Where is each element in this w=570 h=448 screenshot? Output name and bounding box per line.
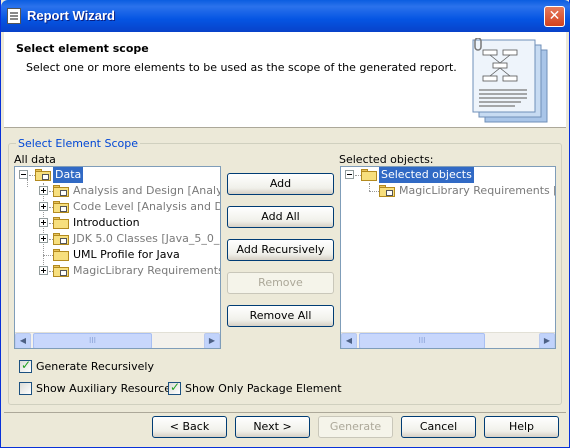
show-only-package-label[interactable]: Show Only Package Element — [185, 382, 342, 395]
cancel-button[interactable]: Cancel — [401, 416, 476, 438]
close-button[interactable]: ✕ — [544, 6, 565, 27]
all-data-label: All data — [14, 153, 56, 166]
add-recursively-button[interactable]: Add Recursively — [227, 239, 334, 261]
tree-item-magiclibrary[interactable]: MagicLibrary Requirements [Ma — [15, 263, 220, 279]
scroll-right-button[interactable]: ▶ — [204, 333, 220, 348]
add-button[interactable]: Add — [227, 173, 334, 195]
package-icon — [53, 185, 69, 197]
package-icon — [53, 201, 69, 213]
scroll-thumb[interactable]: III — [33, 333, 152, 348]
folder-icon — [53, 249, 69, 261]
tree-item-data[interactable]: Data — [15, 167, 220, 183]
title-bar[interactable]: Report Wizard ✕ — [1, 0, 570, 32]
grip-icon: III — [88, 336, 97, 345]
add-all-button[interactable]: Add All — [227, 206, 334, 228]
generate-recursively-label[interactable]: Generate Recursively — [36, 360, 154, 373]
expand-icon[interactable] — [39, 234, 48, 243]
tree-item-uml-profile[interactable]: UML Profile for Java — [15, 247, 220, 263]
remove-all-button[interactable]: Remove All — [227, 305, 334, 327]
report-wizard-window: Report Wizard ✕ Select element scope Sel… — [0, 0, 570, 448]
scroll-right-button[interactable]: ▶ — [539, 333, 555, 348]
report-app-icon — [7, 8, 21, 24]
next-button[interactable]: Next > — [235, 416, 310, 438]
scroll-thumb[interactable]: III — [359, 333, 485, 348]
folder-icon — [53, 217, 69, 229]
arrow-left-icon: ◀ — [19, 336, 27, 345]
scroll-left-button[interactable]: ◀ — [15, 333, 31, 348]
remove-button[interactable]: Remove — [227, 272, 334, 294]
expand-icon[interactable] — [39, 266, 48, 275]
back-button[interactable]: < Back — [152, 416, 227, 438]
package-icon — [35, 169, 51, 181]
folder-icon — [361, 169, 377, 181]
tree-item-magiclibrary-selected[interactable]: MagicLibrary Requirements [Mag — [341, 183, 555, 199]
collapse-icon[interactable] — [345, 170, 354, 179]
generate-recursively-checkbox[interactable] — [19, 358, 32, 373]
tree-item-code-level[interactable]: Code Level [Analysis and Desig — [15, 199, 220, 215]
show-only-package-checkbox[interactable] — [168, 380, 181, 395]
scroll-left-button[interactable]: ◀ — [341, 333, 357, 348]
expand-icon[interactable] — [39, 186, 48, 195]
page-title: Select element scope — [16, 42, 149, 55]
expand-icon[interactable] — [39, 218, 48, 227]
selected-objects-tree[interactable]: Selected objects MagicLibrary Requiremen… — [340, 166, 556, 349]
arrow-right-icon: ▶ — [543, 336, 551, 345]
selected-hscrollbar[interactable]: ◀ III ▶ — [341, 332, 555, 348]
package-icon — [53, 265, 69, 277]
show-auxiliary-checkbox[interactable] — [19, 382, 32, 395]
footer-separator — [4, 412, 566, 413]
all-data-tree[interactable]: Data Analysis and Design [Analysis a Cod… — [14, 166, 221, 349]
help-button[interactable]: Help — [484, 416, 559, 438]
package-icon — [53, 233, 69, 245]
show-auxiliary-label[interactable]: Show Auxiliary Resources — [36, 382, 177, 395]
tree-item-jdk[interactable]: JDK 5.0 Classes [Java_5_0_Pr — [15, 231, 220, 247]
tree-item-analysis-design[interactable]: Analysis and Design [Analysis a — [15, 183, 220, 199]
generate-button[interactable]: Generate — [318, 416, 393, 438]
selected-objects-label: Selected objects: — [339, 153, 434, 166]
report-documents-icon — [472, 38, 548, 123]
wizard-header: Select element scope Select one or more … — [4, 32, 566, 128]
expand-icon[interactable] — [39, 202, 48, 211]
group-title: Select Element Scope — [16, 137, 140, 150]
collapse-icon[interactable] — [19, 170, 28, 179]
all-data-hscrollbar[interactable]: ◀ III ▶ — [15, 332, 220, 348]
window-title: Report Wizard — [27, 8, 115, 23]
package-icon — [379, 185, 395, 197]
grip-icon: III — [418, 336, 426, 345]
close-icon: ✕ — [548, 8, 561, 24]
tree-item-introduction[interactable]: Introduction — [15, 215, 220, 231]
tree-item-selected-objects[interactable]: Selected objects — [341, 167, 555, 183]
page-description: Select one or more elements to be used a… — [26, 61, 457, 74]
arrow-left-icon: ◀ — [345, 336, 353, 345]
arrow-right-icon: ▶ — [208, 336, 216, 345]
